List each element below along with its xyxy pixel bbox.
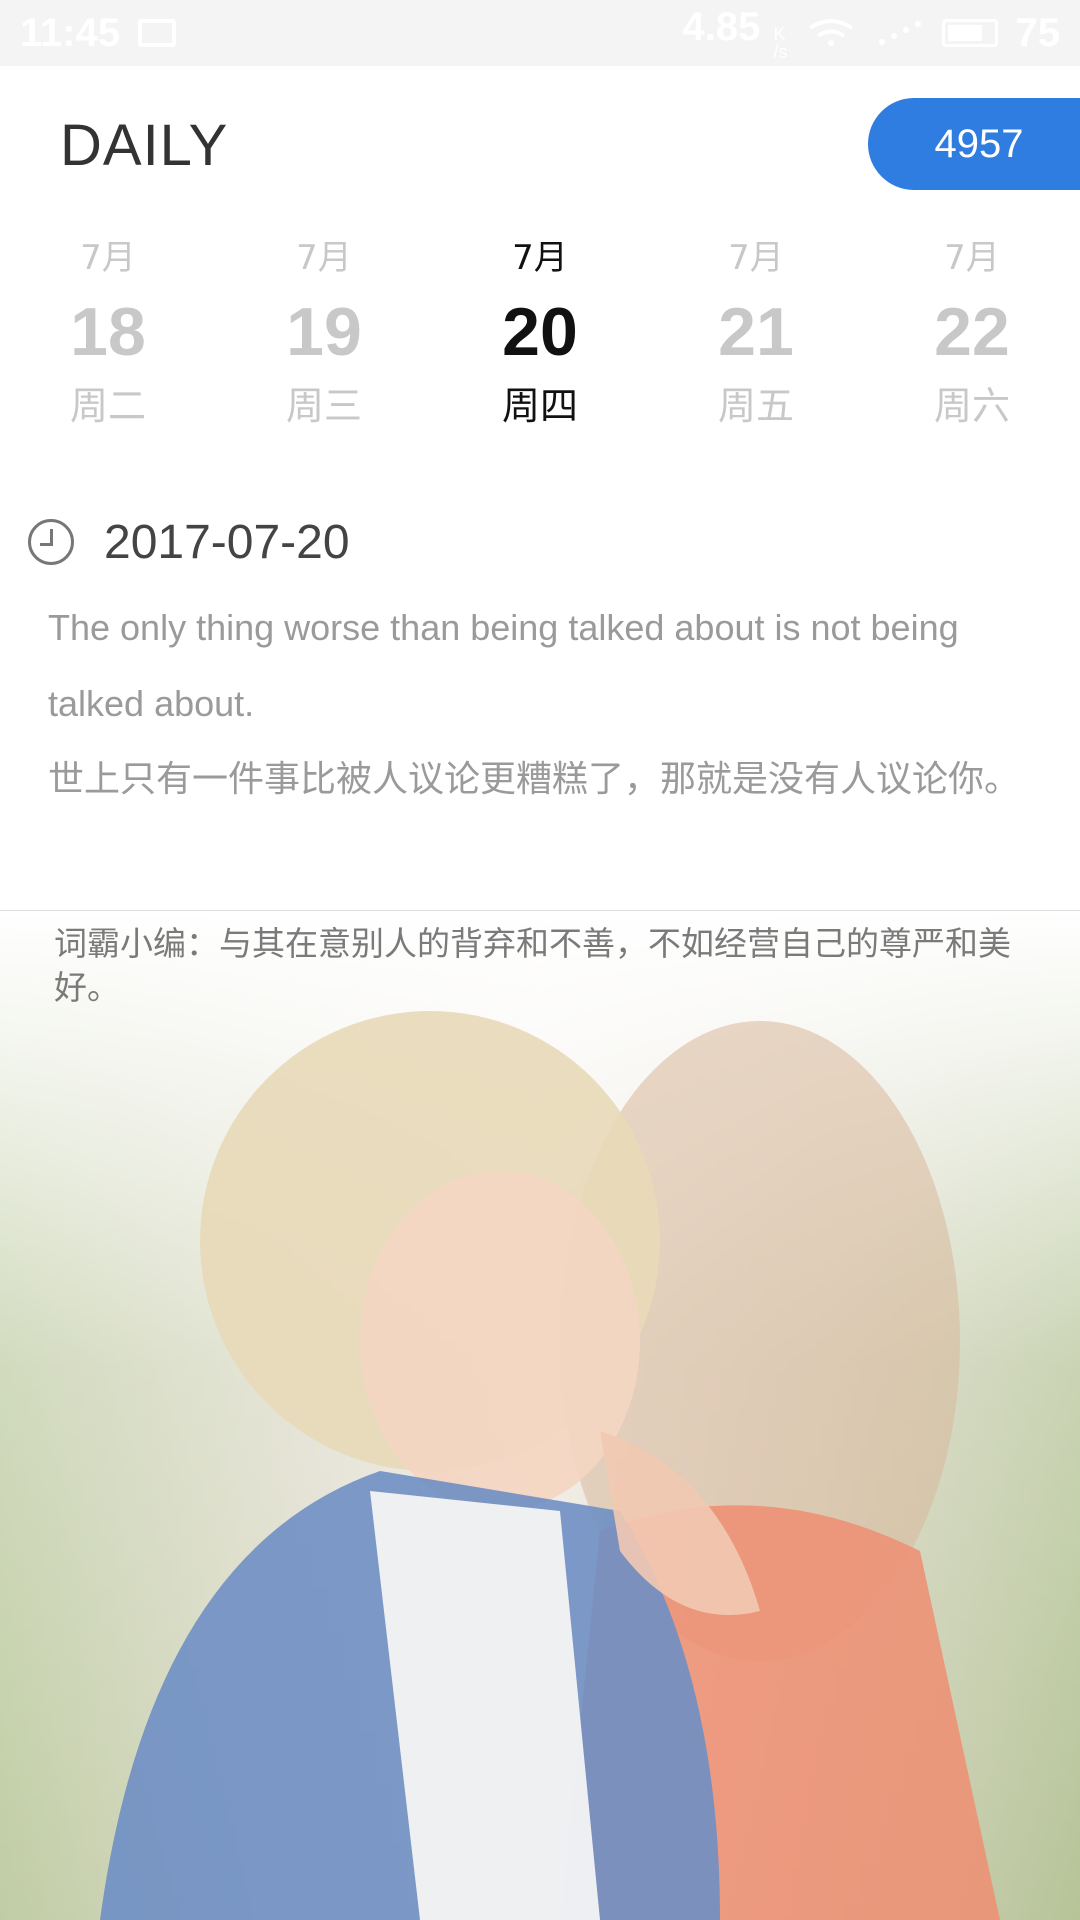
photo-illustration (100, 1011, 1000, 1920)
date-month: 7月 (512, 238, 568, 278)
date-item-21[interactable]: 7月 21 周五 (648, 230, 864, 460)
date-weekday: 周四 (501, 384, 578, 428)
mail-icon (138, 19, 177, 47)
date-item-20-selected[interactable]: 7月 20 周四 (432, 230, 648, 460)
status-bar: 11:45 4.85 K /s 75 (0, 0, 1080, 66)
date-day: 22 (934, 294, 1010, 370)
date-weekday: 周六 (933, 384, 1010, 428)
wifi-icon (808, 19, 853, 46)
count-badge-button[interactable]: 4957 (868, 98, 1080, 190)
date-item-19[interactable]: 7月 19 周三 (216, 230, 432, 460)
signal-icon (878, 21, 921, 45)
date-day: 21 (718, 294, 794, 370)
network-speed-value: 4.85 (682, 5, 761, 49)
network-speed-unit: K /s (773, 25, 787, 61)
editor-note: 词霸小编：与其在意别人的背弃和不善，不如经营自己的尊严和美好。 (54, 924, 1011, 1007)
date-weekday: 周三 (285, 384, 362, 428)
date-day: 20 (502, 294, 578, 370)
date-weekday: 周二 (69, 384, 146, 428)
daily-photo (0, 911, 1080, 1920)
entry-date: 2017-07-20 (104, 515, 350, 569)
date-month: 7月 (80, 238, 136, 278)
speed-unit-top: K (773, 24, 786, 44)
date-weekday: 周五 (717, 384, 794, 428)
battery-level: 75 (1015, 10, 1061, 55)
date-day: 19 (286, 294, 362, 370)
date-item-22[interactable]: 7月 22 周六 (864, 230, 1080, 460)
date-day: 18 (70, 294, 146, 370)
header: DAILY 4957 (0, 66, 1080, 226)
status-left: 11:45 (20, 10, 177, 56)
clock-icon (28, 519, 74, 565)
date-month: 7月 (944, 238, 1000, 278)
battery-icon (941, 19, 998, 47)
date-month: 7月 (728, 238, 784, 278)
entry-date-row: 2017-07-20 (28, 510, 350, 574)
status-right: 4.85 K /s 75 (683, 5, 1061, 61)
date-item-18[interactable]: 7月 18 周二 (0, 230, 216, 460)
status-time: 11:45 (20, 10, 121, 55)
quote-chinese: 世上只有一件事比被人议论更糟糕了，那就是没有人议论你。 (48, 759, 1021, 800)
date-month: 7月 (296, 238, 352, 278)
date-selector: 7月 18 周二 7月 19 周三 7月 20 周四 7月 21 周五 7月 2… (0, 230, 1080, 460)
quote-english: The only thing worse than being talked a… (48, 607, 959, 724)
network-speed: 4.85 K /s (683, 5, 788, 61)
speed-unit-bottom: /s (773, 42, 788, 62)
app-title: DAILY (60, 113, 229, 178)
